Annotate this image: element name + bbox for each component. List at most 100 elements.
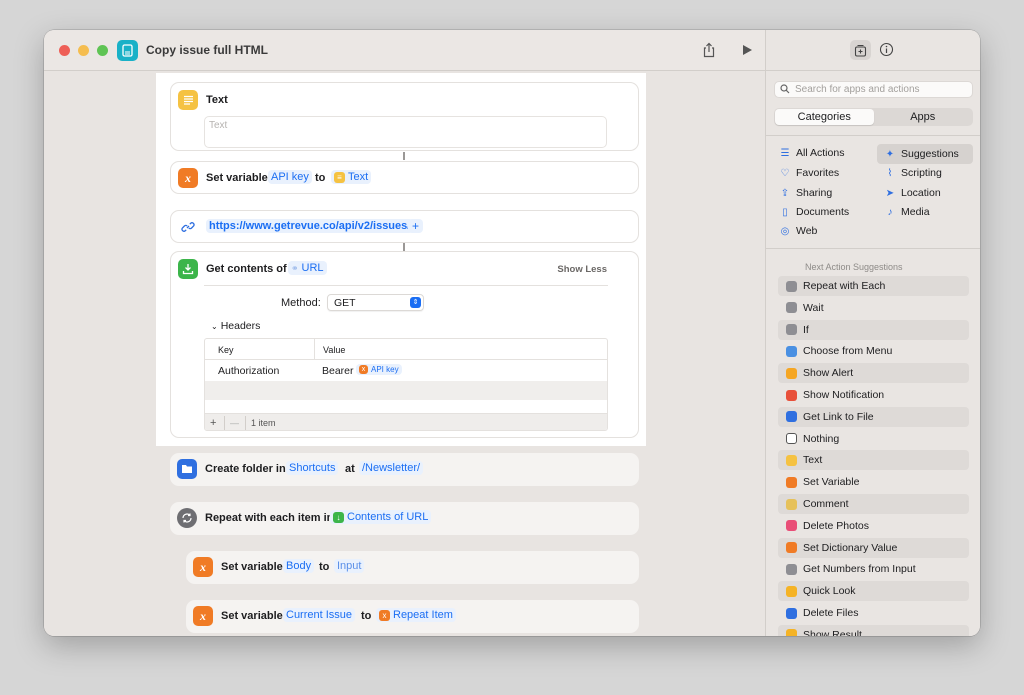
text-input[interactable]: Text	[204, 116, 607, 148]
folder-icon	[177, 459, 197, 479]
contents-of-url-token[interactable]: ↓ Contents of URL	[330, 510, 432, 524]
set-variable-body-action[interactable]: x Set variable Body to Input	[186, 551, 639, 584]
action-icon	[786, 280, 797, 292]
traffic-lights	[59, 45, 108, 56]
token-text: Body	[286, 560, 312, 572]
divider	[224, 416, 225, 430]
path-token[interactable]: /Newsletter/	[359, 461, 424, 475]
set-variable-api-action[interactable]: x Set variable API key to ≡ Text	[170, 161, 639, 194]
suggestion-item[interactable]: Show Notification	[778, 385, 969, 405]
action-icon	[786, 476, 797, 488]
shortcut-icon[interactable]	[117, 40, 138, 61]
create-folder-label: Create folder in	[205, 463, 286, 475]
suggestion-item[interactable]: Nothing	[778, 429, 969, 449]
music-icon: ♪	[887, 206, 893, 218]
url-action[interactable]: https://www.getrevue.co/api/v2/issues/ +	[170, 210, 639, 243]
suggestion-label: Text	[803, 454, 823, 467]
suggestion-item[interactable]: Choose from Menu	[778, 341, 969, 361]
suggestion-item[interactable]: Show Alert	[778, 363, 969, 384]
search-input[interactable]: Search for apps and actions	[774, 81, 973, 98]
url-input-token[interactable]: ⚭ URL	[288, 261, 327, 275]
method-select[interactable]: GET ⇕	[327, 294, 424, 311]
suggestions-header: Next Action Suggestions	[805, 262, 903, 272]
sidebar-segmented-control: Categories Apps	[774, 108, 973, 126]
suggestion-item[interactable]: Repeat with Each	[778, 276, 969, 296]
zoom-button[interactable]	[97, 45, 108, 56]
category-sharing[interactable]: ⇪ Sharing	[779, 187, 832, 199]
library-icon	[854, 44, 867, 57]
document-icon: ▯	[782, 206, 788, 218]
category-suggestions[interactable]: ✦ Suggestions	[877, 144, 973, 164]
url-token[interactable]: https://www.getrevue.co/api/v2/issues/	[206, 219, 414, 233]
suggestion-label: Comment	[803, 498, 849, 510]
text-token[interactable]: ≡ Text	[331, 170, 372, 184]
minimize-button[interactable]	[78, 45, 89, 56]
category-location[interactable]: ➤ Location	[884, 187, 941, 199]
remove-header-button[interactable]: —	[230, 418, 239, 428]
divider	[245, 416, 246, 430]
add-url-button[interactable]: +	[408, 219, 424, 233]
category-favorites[interactable]: ♡ Favorites	[779, 167, 840, 179]
run-button[interactable]	[738, 41, 756, 59]
variable-mini-icon: x	[359, 365, 368, 374]
tab-apps[interactable]: Apps	[874, 109, 973, 125]
action-icon	[786, 585, 797, 597]
info-button[interactable]	[879, 42, 894, 60]
suggestion-item[interactable]: Quick Look	[778, 581, 969, 602]
connector	[403, 152, 405, 160]
input-token[interactable]: Input	[334, 559, 365, 573]
category-label: Suggestions	[901, 148, 959, 160]
repeat-action[interactable]: Repeat with each item in ↓ Contents of UR…	[170, 502, 639, 535]
suggestion-item[interactable]: Show Result	[778, 624, 969, 636]
suggestion-item[interactable]: Wait	[778, 298, 969, 318]
suggestion-item[interactable]: Set Variable	[778, 472, 969, 492]
share-icon	[703, 42, 715, 58]
text-action[interactable]: Text Text	[170, 82, 639, 151]
suggestion-item[interactable]: Delete Files	[778, 603, 969, 623]
category-scripting[interactable]: ⌇ Scripting	[884, 167, 942, 179]
library-button[interactable]	[850, 40, 871, 60]
suggestion-item[interactable]: Delete Photos	[778, 516, 969, 536]
set-variable-label: Set variable	[221, 610, 283, 622]
variable-mini-icon: x	[379, 609, 390, 621]
suggestion-item[interactable]: Get Numbers from Input	[778, 559, 969, 579]
suggestion-item[interactable]: Set Dictionary Value	[778, 537, 969, 558]
method-label: Method:	[281, 297, 321, 309]
suggestion-item[interactable]: Comment	[778, 494, 969, 514]
variable-token-api-key[interactable]: API key	[268, 170, 312, 184]
repeat-item-token[interactable]: x Repeat Item	[376, 608, 456, 622]
tab-categories[interactable]: Categories	[775, 109, 874, 125]
set-variable-issue-action[interactable]: x Set variable Current Issue to x Repeat …	[186, 600, 639, 633]
create-folder-action[interactable]: Create folder in Shortcuts at /Newslette…	[170, 453, 639, 486]
category-documents[interactable]: ▯ Documents	[779, 206, 849, 218]
action-icon	[786, 367, 797, 379]
suggestion-item[interactable]: If	[778, 319, 969, 340]
action-icon	[786, 345, 797, 357]
token-text: Text	[348, 171, 369, 183]
show-less-button[interactable]: Show Less	[557, 264, 607, 275]
table-footer: + — 1 item	[205, 413, 607, 430]
variable-token-current-issue[interactable]: Current Issue	[283, 608, 356, 622]
suggestion-item[interactable]: Text	[778, 450, 969, 471]
variable-icon: x	[193, 606, 213, 626]
variable-token-body[interactable]: Body	[283, 559, 315, 573]
folder-token[interactable]: Shortcuts	[286, 461, 339, 475]
add-header-button[interactable]: +	[210, 417, 216, 429]
headers-disclosure[interactable]: ⌄ Headers	[211, 320, 260, 332]
category-web[interactable]: ◎ Web	[779, 225, 818, 237]
category-all-actions[interactable]: ☰ All Actions	[779, 147, 845, 159]
chevron-updown-icon: ⇕	[410, 297, 421, 308]
category-media[interactable]: ♪ Media	[884, 206, 930, 218]
compass-icon: ◎	[780, 225, 790, 237]
table-row[interactable]: Authorization Bearer x API key	[205, 360, 607, 381]
action-icon	[786, 607, 797, 619]
close-button[interactable]	[59, 45, 70, 56]
token-text: Contents of URL	[347, 511, 429, 523]
action-icon	[786, 433, 797, 445]
header-value-prefix[interactable]: Bearer	[322, 365, 354, 377]
get-contents-action[interactable]: Get contents of ⚭ URL Show Less Method: G…	[170, 251, 639, 438]
api-key-token[interactable]: x API key	[356, 364, 402, 375]
header-key[interactable]: Authorization	[218, 365, 279, 377]
suggestion-item[interactable]: Get Link to File	[778, 406, 969, 427]
share-button[interactable]	[700, 41, 718, 59]
